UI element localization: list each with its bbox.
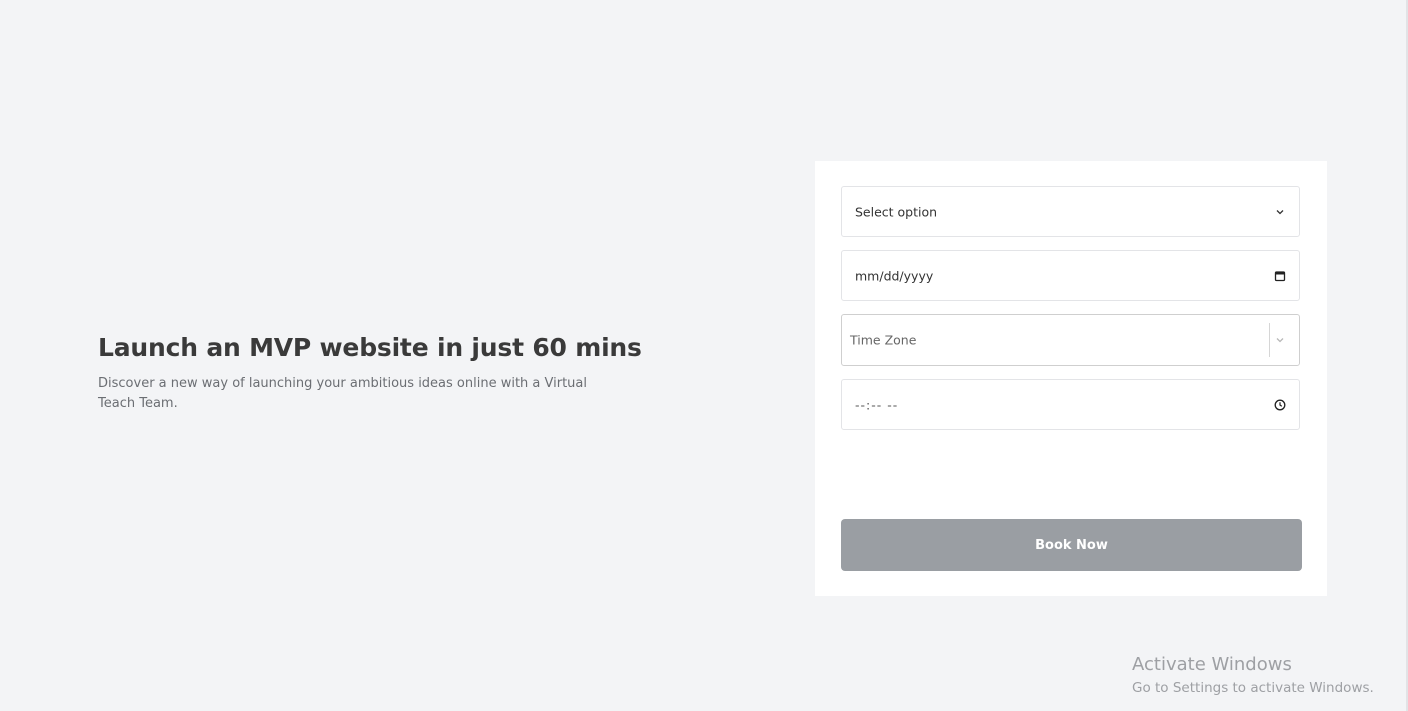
booking-form-card: Select option mm/dd/yyyy Time Zone --:--… xyxy=(815,161,1327,596)
watermark-subtitle: Go to Settings to activate Windows. xyxy=(1132,680,1374,696)
date-input[interactable]: mm/dd/yyyy xyxy=(841,250,1300,301)
hero-title: Launch an MVP website in just 60 mins xyxy=(98,333,642,362)
timezone-placeholder: Time Zone xyxy=(850,332,917,348)
time-input-value: --:-- -- xyxy=(855,397,899,412)
time-input[interactable]: --:-- -- xyxy=(841,379,1300,430)
option-select[interactable]: Select option xyxy=(841,186,1300,237)
hero-subtitle: Discover a new way of launching your amb… xyxy=(98,376,588,411)
clock-icon[interactable] xyxy=(1273,398,1287,412)
calendar-icon[interactable] xyxy=(1273,269,1287,283)
timezone-separator xyxy=(1269,323,1270,357)
booking-page: Launch an MVP website in just 60 mins Di… xyxy=(0,0,1408,711)
watermark-title: Activate Windows xyxy=(1132,654,1292,675)
timezone-select[interactable]: Time Zone xyxy=(841,314,1300,366)
hero-section: Launch an MVP website in just 60 mins Di… xyxy=(98,333,642,414)
chevron-down-icon xyxy=(1273,333,1287,347)
date-input-value: mm/dd/yyyy xyxy=(855,268,934,283)
activate-windows-watermark: Activate Windows Go to Settings to activ… xyxy=(1132,654,1374,698)
book-now-button[interactable]: Book Now xyxy=(841,519,1302,571)
option-select-value: Select option xyxy=(855,204,938,219)
chevron-down-icon xyxy=(1273,205,1287,219)
